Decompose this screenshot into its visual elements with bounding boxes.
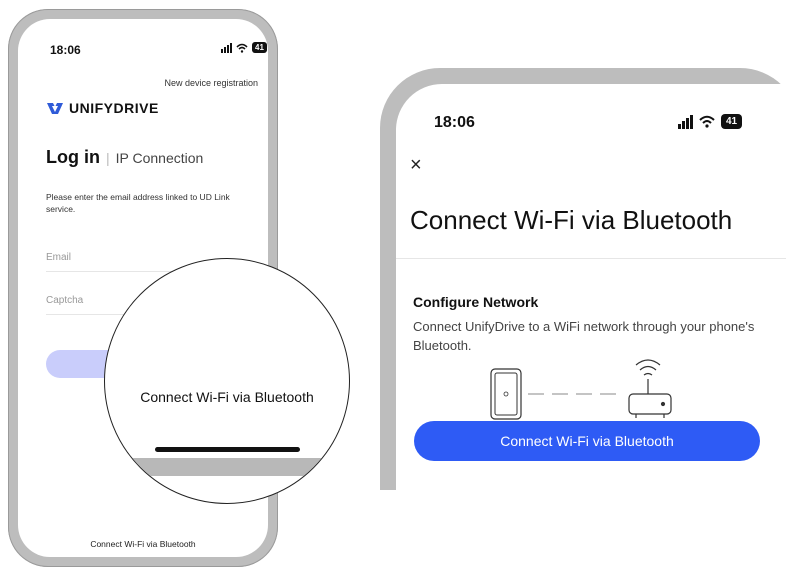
login-tabs: Log in | IP Connection [46, 147, 203, 168]
login-description: Please enter the email address linked to… [46, 192, 230, 214]
section-subtitle: Connect UnifyDrive to a WiFi network thr… [413, 319, 755, 353]
status-time: 18:06 [50, 43, 81, 57]
signal-icon [221, 42, 232, 53]
network-illustration [490, 359, 672, 420]
magnified-phone-frame [105, 458, 349, 476]
bluetooth-link[interactable]: Connect Wi-Fi via Bluetooth [18, 539, 268, 549]
magnified-bluetooth-link: Connect Wi-Fi via Bluetooth [140, 389, 314, 405]
magnifier-callout: Connect Wi-Fi via Bluetooth [104, 258, 350, 504]
tab-login[interactable]: Log in [46, 147, 100, 168]
status-icons: 41 [221, 42, 267, 53]
unifydrive-logo-icon [47, 103, 63, 114]
device-icon [490, 368, 522, 420]
router-icon [628, 359, 672, 418]
brand-logo: UNIFYDRIVE [46, 100, 159, 116]
page-title: Connect Wi-Fi via Bluetooth [410, 205, 733, 235]
wifi-icon [699, 115, 715, 128]
battery-icon: 41 [721, 114, 743, 129]
bluetooth-screen: 18:06 41 × Connect Wi-Fi via Bluetooth C… [396, 84, 786, 508]
wifi-icon [236, 43, 248, 53]
status-time: 18:06 [434, 114, 475, 131]
magnified-home-indicator [155, 447, 300, 452]
signal-icon [678, 114, 693, 129]
title-divider [396, 258, 786, 259]
brand-name: UNIFYDRIVE [69, 100, 159, 116]
tab-separator: | [105, 150, 110, 166]
new-device-registration-link[interactable]: New device registration [164, 78, 258, 88]
battery-icon: 41 [252, 42, 267, 53]
screenshot-crop-mask [380, 490, 786, 573]
tab-ip-connection[interactable]: IP Connection [116, 150, 204, 166]
connect-bluetooth-button[interactable]: Connect Wi-Fi via Bluetooth [414, 421, 760, 461]
status-icons: 41 [678, 114, 743, 129]
close-icon[interactable]: × [410, 154, 422, 177]
section-title: Configure Network [413, 294, 539, 310]
phone-bluetooth: 18:06 41 × Connect Wi-Fi via Bluetooth C… [380, 68, 786, 508]
